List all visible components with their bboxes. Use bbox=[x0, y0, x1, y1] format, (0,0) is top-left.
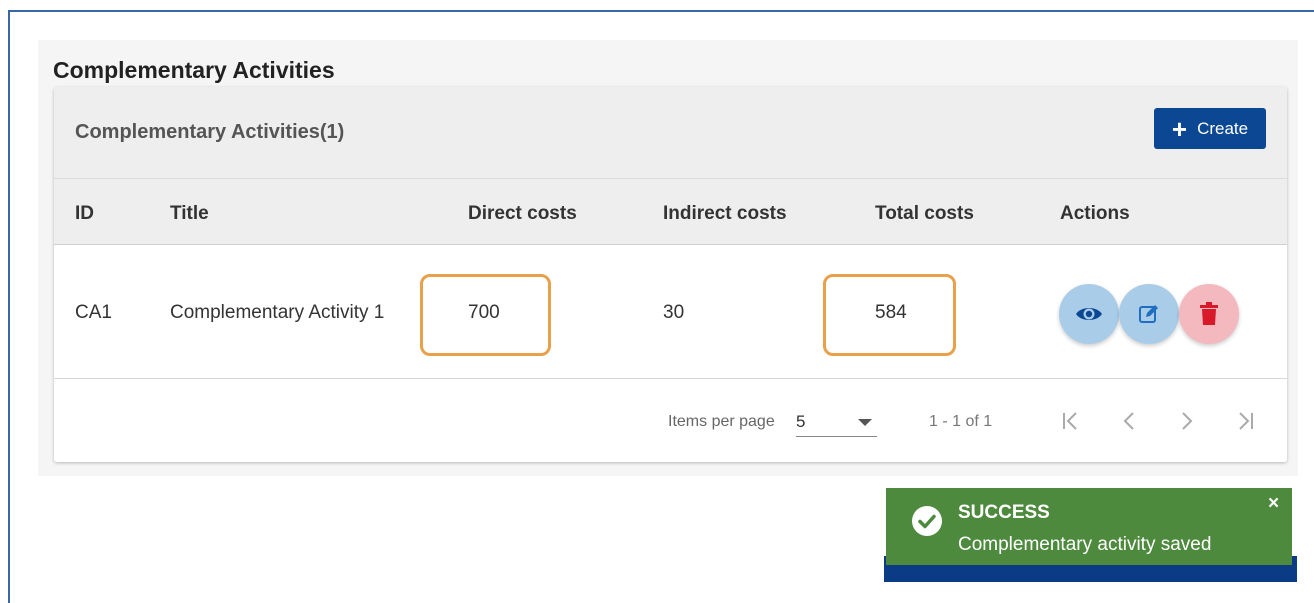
edit-button[interactable] bbox=[1119, 284, 1179, 344]
previous-page-button[interactable] bbox=[1111, 403, 1147, 439]
edit-icon bbox=[1139, 305, 1158, 323]
chevron-right-icon bbox=[1182, 412, 1193, 430]
check-circle-icon bbox=[912, 506, 942, 536]
card-header: Complementary Activities(1) + Create bbox=[54, 87, 1287, 179]
column-header-id: ID bbox=[75, 203, 94, 224]
cell-total-costs: 584 bbox=[875, 302, 907, 323]
next-page-button[interactable] bbox=[1169, 403, 1205, 439]
activities-card: Complementary Activities(1) + Create ID … bbox=[54, 87, 1287, 462]
column-header-direct-costs: Direct costs bbox=[468, 203, 577, 224]
column-header-title: Title bbox=[170, 203, 209, 224]
column-header-indirect-costs: Indirect costs bbox=[663, 203, 787, 224]
table-header: ID Title Direct costs Indirect costs Tot… bbox=[54, 179, 1287, 245]
view-button[interactable] bbox=[1059, 284, 1119, 344]
toast-title: SUCCESS bbox=[958, 502, 1050, 523]
success-toast: SUCCESS Complementary activity saved × bbox=[886, 488, 1292, 570]
first-page-icon bbox=[1063, 412, 1077, 430]
toast-message: Complementary activity saved bbox=[958, 534, 1212, 555]
trash-icon bbox=[1200, 302, 1218, 325]
section-title: Complementary Activities bbox=[53, 57, 335, 83]
items-per-page-value: 5 bbox=[796, 412, 806, 431]
items-per-page-select[interactable]: 5 bbox=[796, 405, 877, 437]
toast-close-button[interactable]: × bbox=[1268, 493, 1279, 515]
cell-title: Complementary Activity 1 bbox=[170, 302, 385, 323]
cell-indirect-costs: 30 bbox=[663, 302, 685, 323]
delete-button[interactable] bbox=[1179, 284, 1239, 344]
column-header-actions: Actions bbox=[1060, 203, 1130, 224]
card-title: Complementary Activities(1) bbox=[75, 121, 345, 143]
table-row: CA1 Complementary Activity 1 700 30 584 bbox=[54, 246, 1287, 379]
plus-icon: + bbox=[1171, 113, 1188, 144]
last-page-button[interactable] bbox=[1227, 403, 1263, 439]
cell-direct-costs: 700 bbox=[468, 302, 500, 323]
first-page-button[interactable] bbox=[1053, 403, 1089, 439]
create-button[interactable]: + Create bbox=[1154, 108, 1266, 149]
create-button-label: Create bbox=[1197, 118, 1249, 138]
eye-icon bbox=[1076, 308, 1102, 320]
chevron-left-icon bbox=[1123, 412, 1134, 430]
pagination-range: 1 - 1 of 1 bbox=[929, 413, 993, 430]
last-page-icon bbox=[1239, 412, 1253, 430]
cell-id: CA1 bbox=[75, 302, 112, 323]
items-per-page-label: Items per page bbox=[668, 413, 775, 430]
caret-down-icon bbox=[858, 419, 872, 426]
table-footer: Items per page 5 1 - 1 of 1 bbox=[54, 379, 1287, 462]
column-header-total-costs: Total costs bbox=[875, 203, 974, 224]
